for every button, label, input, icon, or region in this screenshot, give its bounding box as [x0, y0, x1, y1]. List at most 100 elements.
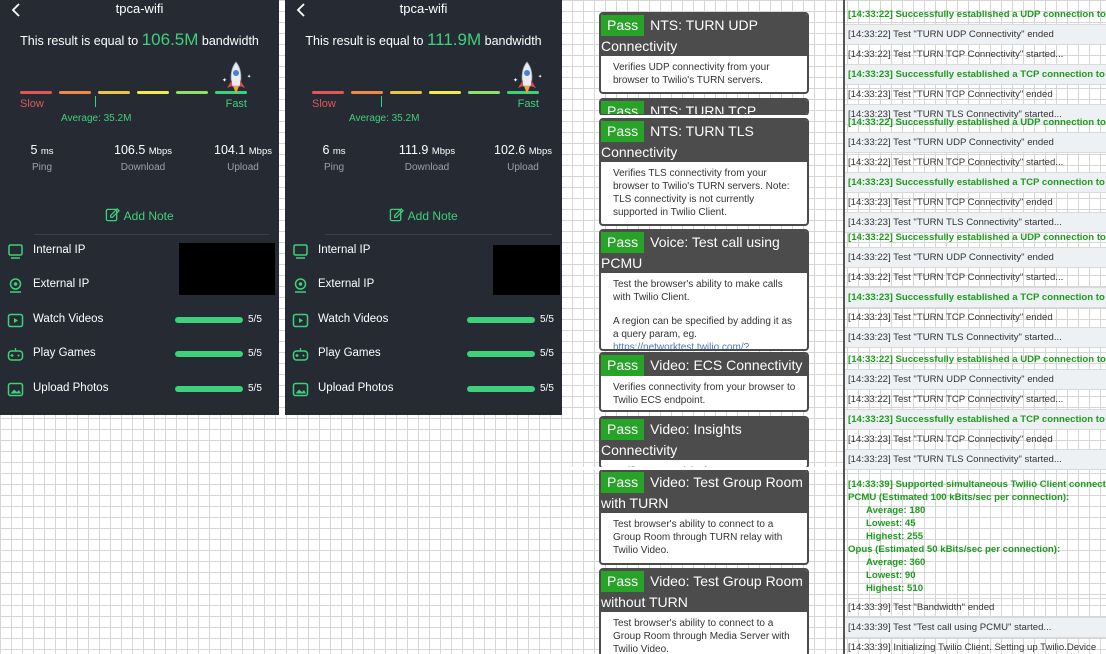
metric-label: Play Games [33, 347, 96, 359]
video-icon [292, 312, 309, 329]
screenshot-collage: tpca-wifi This result is equal to 106.5M … [0, 0, 1106, 654]
test-card[interactable]: Pass Video: Test Group Room with TURN Test… [599, 469, 809, 565]
gauge-segment [390, 91, 422, 94]
gauge-segment [98, 91, 130, 94]
svg-text:✦: ✦ [513, 77, 518, 84]
monitor-icon [292, 243, 309, 260]
card-description: Verifies TLS connectivity from your brow… [613, 168, 790, 218]
card-description: Test the browser's ability to make calls… [613, 279, 783, 303]
metric-label: External IP [318, 278, 375, 290]
card-description: Verifies connectivity from your browser … [613, 382, 796, 406]
metric-row: Upload Photos 5/5 [285, 380, 562, 400]
divider [34, 234, 269, 235]
card-description: A region can be specified by adding it a… [613, 316, 793, 340]
codec-opus: Opus (Estimated 50 kBits/sec per connect… [848, 544, 1061, 555]
log-line: [14:33:22] Test "TURN UDP Connectivity" … [845, 133, 1106, 153]
log-line: [14:33:39] Initializing Twilio Client. S… [845, 638, 1106, 654]
pcmu-lowest: Lowest: 45 [866, 518, 916, 529]
photo-icon [292, 381, 309, 398]
log-line: [14:33:22] Successfully established a UD… [845, 113, 1106, 133]
metric-label: Watch Videos [33, 313, 104, 325]
test-card[interactable]: Pass Video: ECS Connectivity Verifies conn… [599, 352, 809, 412]
gauge-segment [312, 91, 344, 94]
card-body: Test the browser's ability to make calls… [601, 273, 807, 349]
speedtest-panel-left: tpca-wifi This result is equal to 106.5M … [0, 0, 279, 415]
stat-ping: 6 ms Ping [289, 143, 379, 173]
pass-badge: Pass [601, 571, 645, 592]
log-line: [14:33:23] Test "TURN TLS Connectivity" … [845, 450, 1106, 470]
score-value: 5/5 [248, 383, 262, 394]
metric-row: Play Games 5/5 [285, 345, 562, 365]
pass-badge: Pass [601, 15, 645, 36]
log-line: [14:33:23] Test "TURN TCP Connectivity" … [845, 430, 1106, 450]
card-header: Pass Video: Insights Connectivity [601, 418, 807, 460]
log-line: [14:33:23] Test "TURN TCP Connectivity" … [845, 193, 1106, 213]
stat-unit: Mbps [528, 146, 552, 157]
score-value: 5/5 [248, 348, 262, 359]
metric-label: Play Games [318, 347, 381, 359]
stat-upload: 104.1 Mbps Upload [198, 143, 279, 173]
test-card[interactable]: Pass Voice: Test call using PCMU Test the … [599, 229, 809, 351]
speedtest-panel-right: tpca-wifi This result is equal to 111.9M … [285, 0, 562, 415]
card-header: Pass Video: Test Group Room without TURN [601, 570, 807, 612]
test-card[interactable]: PassVideo: Insights ConnectivityVerifies… [599, 416, 809, 469]
stat-value: 104.1 [214, 143, 246, 157]
card-header: Pass NTS: TURN TLS Connectivity [601, 120, 807, 162]
result-suffix: bandwidth [481, 34, 542, 48]
test-card[interactable]: Pass NTS: TURN TCP [599, 98, 809, 116]
log-line: [14:33:23] Successfully established a TC… [845, 65, 1106, 85]
metric-label: External IP [33, 278, 90, 290]
gauge-segment [429, 91, 461, 94]
gauge-segment [176, 91, 208, 94]
log-line: [14:33:22] Test "TURN TCP Connectivity" … [845, 390, 1106, 410]
stat-unit: Mbps [431, 146, 456, 157]
log-line: [14:33:23] Successfully established a TC… [845, 288, 1106, 308]
stat-label: Upload [507, 162, 539, 173]
metric-label: Watch Videos [318, 313, 389, 325]
card-title: Video: ECS Connectivity [650, 357, 803, 373]
stat-label: Upload [227, 162, 259, 173]
redacted-ip-block [179, 243, 275, 295]
card-description: Test browser's ability to connect to a G… [613, 519, 783, 556]
opus-average: Average: 360 [866, 557, 926, 568]
add-note-label: Add Note [407, 209, 458, 223]
log-line: [14:33:22] Test "TURN TCP Connectivity" … [845, 45, 1106, 65]
score-bar [467, 386, 535, 392]
card-link[interactable]: https://networktest.twilio.com/? [613, 341, 797, 349]
card-description: Test browser's ability to connect to a G… [613, 618, 790, 654]
bandwidth-result-block: [14:33:39] Supported simultaneous Twilio… [845, 475, 1106, 599]
add-note-button[interactable]: Add Note [0, 207, 279, 225]
stat-unit: ms [40, 146, 54, 157]
add-note-button[interactable]: Add Note [285, 207, 562, 225]
metric-row: Watch Videos 5/5 [285, 311, 562, 331]
score-bar [175, 317, 243, 323]
section-separator [599, 115, 809, 118]
card-header: Pass Video: ECS Connectivity [601, 354, 807, 376]
score-bar [467, 351, 535, 357]
log-line: [14:33:22] Test "TURN UDP Connectivity" … [845, 25, 1106, 45]
video-icon [7, 312, 24, 329]
gauge-segment [59, 91, 91, 94]
metric-label: Upload Photos [33, 382, 109, 394]
metric-label: Internal IP [318, 244, 371, 256]
test-card[interactable]: Pass NTS: TURN UDP Connectivity Verifies U… [599, 12, 809, 94]
divider [325, 234, 552, 235]
location-icon [7, 277, 24, 294]
pcmu-average: Average: 180 [866, 505, 926, 516]
result-prefix: This result is equal to [20, 34, 142, 48]
monitor-icon [7, 243, 24, 260]
metric-row: Play Games 5/5 [0, 345, 279, 365]
log-line: [14:33:39] Test "Test call using PCMU" s… [845, 618, 1106, 638]
score-value: 5/5 [248, 314, 262, 325]
card-body: Verifies connectivity from your browser … [601, 376, 807, 410]
gamepad-icon [292, 346, 309, 363]
log-line: [14:33:22] Successfully established a UD… [845, 350, 1106, 370]
stat-value: 111.9 [398, 143, 429, 157]
result-value: 111.9M [426, 30, 482, 49]
test-card[interactable]: Pass Video: Test Group Room without TURN T… [599, 568, 809, 654]
fast-label: Fast [517, 98, 539, 110]
stat-unit: Mbps [248, 146, 272, 157]
log-line: [14:33:22] Successfully established a UD… [845, 228, 1106, 248]
test-card[interactable]: Pass NTS: TURN TLS Connectivity Verifies T… [599, 118, 809, 226]
log-line: [14:33:23] Successfully established a TC… [845, 173, 1106, 193]
